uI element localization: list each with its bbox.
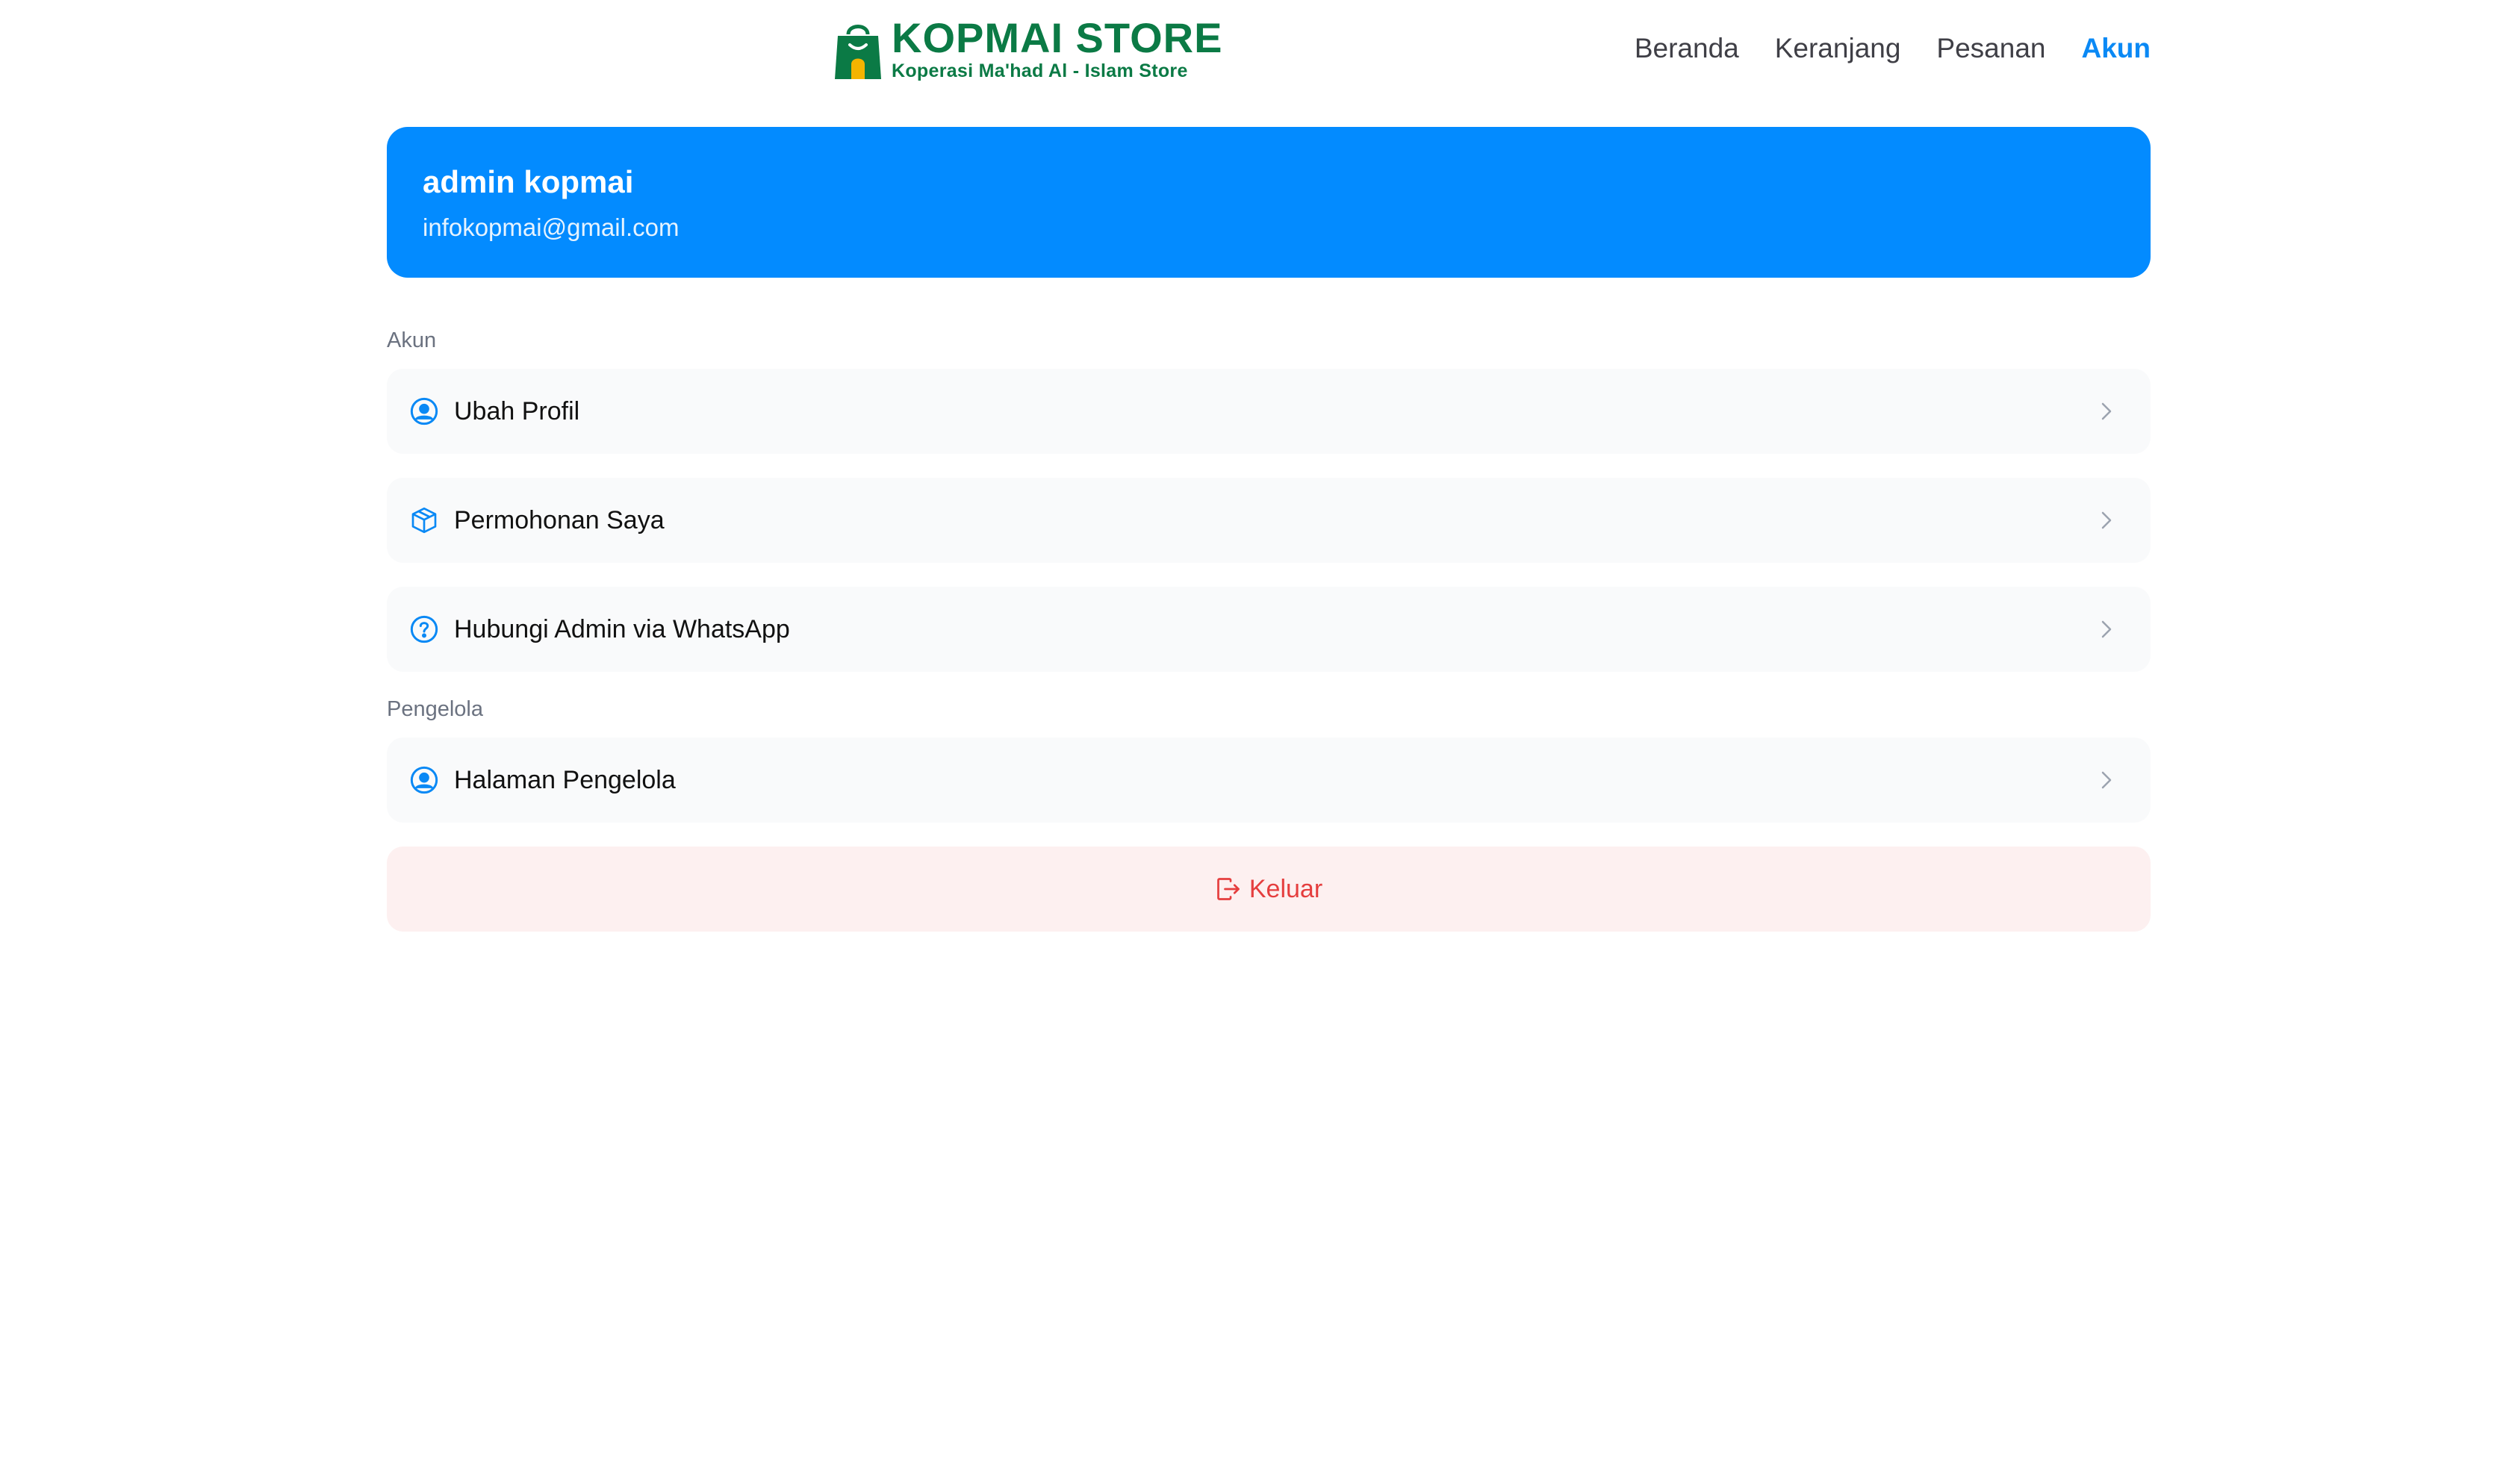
nav-akun[interactable]: Akun <box>2082 33 2151 64</box>
chevron-right-icon <box>2101 620 2112 638</box>
menu-item-hubungi-admin[interactable]: Hubungi Admin via WhatsApp <box>387 587 2151 672</box>
user-circle-icon <box>410 766 438 794</box>
shopping-bag-icon <box>835 25 881 79</box>
nav-keranjang[interactable]: Keranjang <box>1775 33 1901 64</box>
package-icon <box>411 507 437 534</box>
profile-name: admin kopmai <box>423 164 634 199</box>
logout-label: Keluar <box>1249 874 1323 903</box>
profile-card: admin kopmai infokopmai@gmail.com <box>387 127 2151 278</box>
menu-item-permohonan-saya[interactable]: Permohonan Saya <box>387 478 2151 563</box>
chevron-right-icon <box>2101 771 2112 789</box>
logout-icon <box>1217 878 1240 900</box>
chevron-right-icon <box>2101 511 2112 529</box>
question-circle-icon <box>410 615 438 643</box>
menu-label: Hubungi Admin via WhatsApp <box>454 614 790 643</box>
logout-button[interactable]: Keluar <box>387 847 2151 932</box>
header: KOPMAI STORE Koperasi Ma'had Al - Islam … <box>0 0 2509 105</box>
brand-logo[interactable]: KOPMAI STORE Koperasi Ma'had Al - Islam … <box>835 16 1222 81</box>
brand-title: KOPMAI STORE <box>892 13 1223 61</box>
nav-pesanan[interactable]: Pesanan <box>1936 33 2045 64</box>
menu-item-halaman-pengelola[interactable]: Halaman Pengelola <box>387 738 2151 823</box>
main-nav: Beranda Keranjang Pesanan Akun <box>1635 30 2151 67</box>
menu-label: Ubah Profil <box>454 396 580 425</box>
section-label-pengelola: Pengelola <box>387 697 483 721</box>
brand-subtitle: Koperasi Ma'had Al - Islam Store <box>892 60 1188 81</box>
profile-email: infokopmai@gmail.com <box>423 213 680 241</box>
user-circle-icon <box>410 397 438 425</box>
menu-label: Halaman Pengelola <box>454 765 676 794</box>
chevron-right-icon <box>2101 402 2112 420</box>
section-label-akun: Akun <box>387 328 437 352</box>
menu-label: Permohonan Saya <box>454 505 665 534</box>
menu-item-ubah-profil[interactable]: Ubah Profil <box>387 369 2151 454</box>
nav-beranda[interactable]: Beranda <box>1635 33 1739 64</box>
